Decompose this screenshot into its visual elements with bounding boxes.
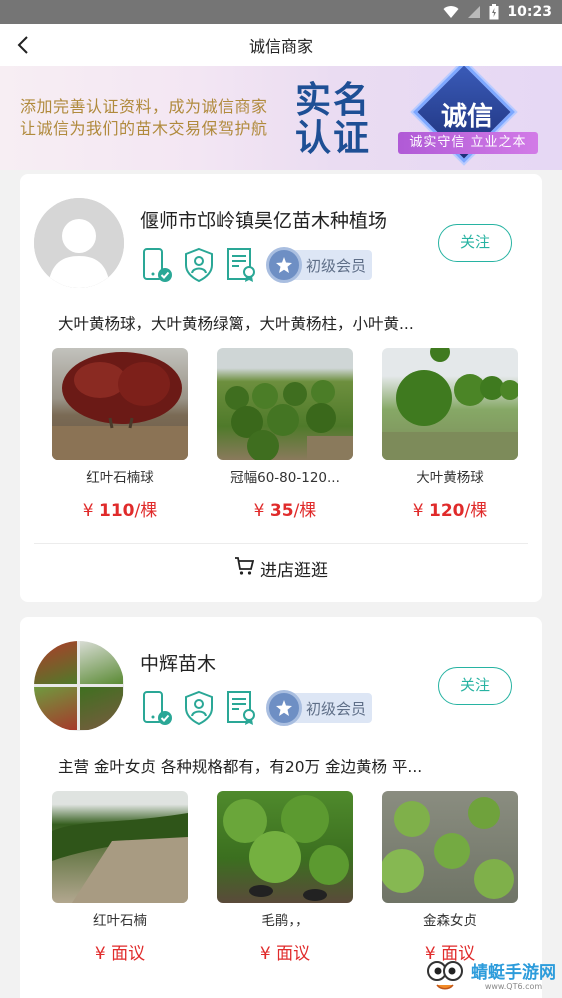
banner-line2: 让诚信为我们的苗木交易保驾护航 [20, 119, 268, 138]
product-name: 大叶黄杨球 [416, 470, 484, 486]
price-symbol: ¥ [412, 501, 424, 521]
shop-card[interactable]: 中辉苗木 关注 初级会员 主营 金叶女贞 各种规格都有，有20万 金边黄杨 平.… [20, 617, 542, 998]
watermark-url: www.QT6.com [484, 981, 543, 991]
product-item[interactable]: 红叶石楠 ¥ 面议 [52, 791, 188, 964]
product-image [217, 348, 353, 460]
shop-name[interactable]: 偃师市邙岭镇昊亿苗木种植场 [140, 206, 387, 233]
member-level-tag: 初级会员 [266, 247, 373, 283]
price-value: 110 [99, 501, 135, 521]
product-image [217, 791, 353, 903]
price-unit: /棵 [464, 501, 488, 521]
wifi-icon [443, 5, 459, 19]
watermark: 蜻蜓手游网 www.QT6.com [423, 958, 556, 996]
product-image [52, 348, 188, 460]
product-price: ¥ 120/棵 [382, 496, 518, 521]
member-level-label: 初级会员 [306, 256, 367, 275]
product-name: 冠幅60-80-120... [230, 470, 340, 486]
cart-icon [234, 556, 255, 581]
product-image [382, 348, 518, 460]
phone-verified-icon [140, 689, 174, 727]
banner-title-line2: 认证 [295, 118, 372, 159]
avatar-tile [34, 687, 77, 730]
price-symbol: ¥ [94, 944, 106, 964]
member-medal-icon [266, 690, 302, 726]
banner-line1: 添加完善认证资料，成为诚信商家 [20, 97, 268, 116]
member-level-label: 初级会员 [306, 699, 367, 718]
product-item[interactable]: 大叶黄杨球 ¥ 120/棵 [382, 348, 518, 521]
shop-card[interactable]: 偃师市邙岭镇昊亿苗木种植场 关注 初级会员 大叶黄杨球，大叶黄杨绿篱，大叶黄杨柱… [20, 174, 542, 602]
product-image [382, 791, 518, 903]
phone-verified-icon [140, 246, 174, 284]
avatar [34, 641, 124, 731]
shop-name[interactable]: 中辉苗木 [140, 649, 216, 676]
product-item[interactable]: 金森女贞 ¥ 面议 [382, 791, 518, 964]
divider [34, 543, 528, 544]
product-list: 红叶石楠球 ¥ 110/棵 冠幅60-80-120... ¥ 35/棵 大叶黄杨… [52, 348, 518, 528]
product-name: 金森女贞 [423, 913, 477, 929]
price-symbol: ¥ [259, 944, 271, 964]
avatar [34, 198, 124, 288]
price-value: 120 [429, 501, 465, 521]
avatar-tile [34, 641, 77, 684]
certificate-icon [224, 689, 258, 727]
watermark-text: 蜻蜓手游网 www.QT6.com [471, 964, 556, 991]
product-price: ¥ 面议 [52, 939, 188, 964]
product-price: ¥ 面议 [217, 939, 353, 964]
badge-slogan: 诚实守信 立业之本 [398, 132, 538, 154]
product-name: 毛鹃，， [261, 913, 309, 929]
banner-text: 添加完善认证资料，成为诚信商家 让诚信为我们的苗木交易保驾护航 [20, 96, 268, 140]
product-name: 红叶石楠球 [86, 470, 154, 486]
member-medal-icon [266, 247, 302, 283]
product-item[interactable]: 冠幅60-80-120... ¥ 35/棵 [217, 348, 353, 521]
visit-shop-label: 进店逛逛 [260, 561, 328, 581]
signal-icon [467, 5, 481, 19]
integrity-badge: 诚信 诚实守信 立业之本 [398, 66, 538, 164]
app-bar: 诚信商家 [0, 24, 562, 66]
price-unit: /棵 [134, 501, 158, 521]
certificate-icon [224, 246, 258, 284]
certification-badges: 初级会员 [140, 689, 373, 727]
visit-shop-link[interactable]: 进店逛逛 [20, 556, 542, 581]
avatar-tile [80, 687, 123, 730]
shop-description: 大叶黄杨球，大叶黄杨绿篱，大叶黄杨柱，小叶黄... [58, 315, 414, 333]
status-time: 10:23 [507, 4, 552, 20]
product-list: 红叶石楠 ¥ 面议 毛鹃，， ¥ 面议 金森女贞 ¥ 面议 [52, 791, 518, 971]
avatar-tile [80, 641, 123, 684]
price-symbol: ¥ [253, 501, 265, 521]
product-item[interactable]: 毛鹃，， ¥ 面议 [217, 791, 353, 964]
dragonfly-logo-icon [423, 957, 467, 997]
default-avatar-icon [34, 198, 124, 288]
product-price: ¥ 110/棵 [52, 496, 188, 521]
product-item[interactable]: 红叶石楠球 ¥ 110/棵 [52, 348, 188, 521]
product-name: 红叶石楠 [93, 913, 147, 929]
price-symbol: ¥ [82, 501, 94, 521]
price-value: 面议 [111, 944, 146, 964]
price-value: 面议 [276, 944, 311, 964]
price-value: 35 [269, 501, 294, 521]
product-price: ¥ 35/棵 [217, 496, 353, 521]
verification-banner[interactable]: 添加完善认证资料，成为诚信商家 让诚信为我们的苗木交易保驾护航 实名 认证 诚信… [0, 66, 562, 170]
banner-title: 实名 认证 [295, 82, 371, 158]
badge-word: 诚信 [440, 102, 493, 132]
watermark-name: 蜻蜓手游网 [471, 962, 556, 983]
shield-user-icon [182, 689, 216, 727]
back-arrow-icon[interactable] [12, 34, 34, 56]
shop-description: 主营 金叶女贞 各种规格都有，有20万 金边黄杨 平... [58, 758, 423, 776]
certification-badges: 初级会员 [140, 246, 373, 284]
battery-icon [489, 4, 499, 20]
follow-button[interactable]: 关注 [438, 667, 512, 705]
follow-button[interactable]: 关注 [438, 224, 512, 262]
page-title: 诚信商家 [248, 37, 313, 56]
member-level-tag: 初级会员 [266, 690, 373, 726]
price-unit: /棵 [293, 501, 317, 521]
status-bar: 10:23 [0, 0, 562, 24]
shield-user-icon [182, 246, 216, 284]
product-image [52, 791, 188, 903]
banner-title-line1: 实名 [295, 80, 372, 121]
